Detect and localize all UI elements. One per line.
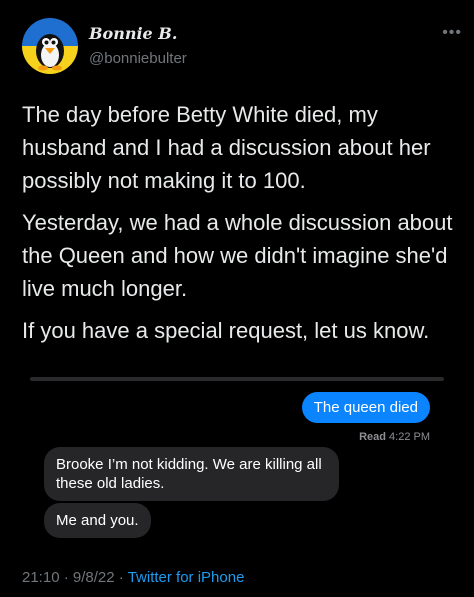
tweet-text: The day before Betty White died, my husb… <box>22 98 462 356</box>
tweet-date[interactable]: 9/8/22 <box>73 569 115 586</box>
separator: · <box>63 569 69 586</box>
tweet-paragraph: If you have a special request, let us kn… <box>22 318 430 343</box>
tweet-paragraph: The day before Betty White died, my husb… <box>22 102 431 193</box>
more-options-icon[interactable]: ••• <box>442 24 462 42</box>
penguin-icon <box>36 34 64 71</box>
avatar[interactable] <box>22 18 78 74</box>
author-name[interactable]: Bonnie B. <box>89 24 177 43</box>
received-message-bubble: Me and you. <box>44 503 151 538</box>
separator: · <box>118 569 124 586</box>
tweet-time[interactable]: 21:10 <box>22 569 60 586</box>
tweet-footer: 21:10 · 9/8/22 · Twitter for iPhone <box>22 569 244 586</box>
author-handle[interactable]: @bonniebulter <box>89 50 187 67</box>
read-receipt: Read 4:22 PM <box>359 431 430 443</box>
tweet-header: Bonnie B. @bonniebulter ••• <box>22 18 462 78</box>
attached-message-screenshot[interactable]: The queen died Read 4:22 PM Brooke I’m n… <box>30 377 444 549</box>
sent-message-bubble: The queen died <box>301 392 430 423</box>
screenshot-top-edge <box>30 377 444 381</box>
received-message-bubble: Brooke I’m not kidding. We are killing a… <box>44 447 339 501</box>
tweet-source-link[interactable]: Twitter for iPhone <box>128 569 245 586</box>
tweet-paragraph: Yesterday, we had a whole discussion abo… <box>22 210 453 301</box>
